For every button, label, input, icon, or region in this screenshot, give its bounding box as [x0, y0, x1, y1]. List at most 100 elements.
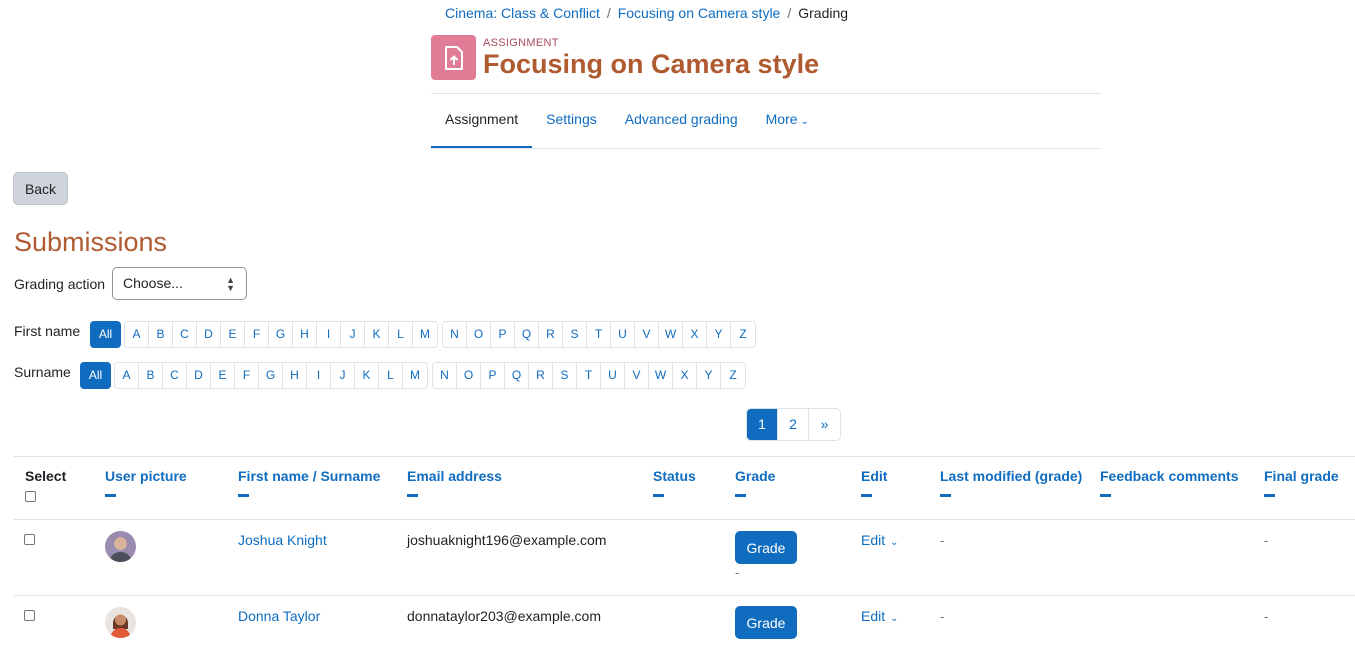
first-name-letter-b[interactable]: B: [149, 322, 173, 347]
secondary-navigation: Assignment Settings Advanced grading Mor…: [431, 94, 1101, 149]
first-name-letter-s[interactable]: S: [563, 322, 587, 347]
column-header-last-modified[interactable]: Last modified (grade): [940, 468, 1082, 484]
first-name-letter-h[interactable]: H: [293, 322, 317, 347]
page-1-link[interactable]: 1: [747, 409, 778, 440]
grading-action-select[interactable]: Choose... ▲ ▼: [112, 267, 247, 300]
surname-letter-c[interactable]: C: [163, 363, 187, 388]
first-name-letter-c[interactable]: C: [173, 322, 197, 347]
surname-letter-h[interactable]: H: [283, 363, 307, 388]
select-all-checkbox[interactable]: [25, 491, 36, 502]
first-name-letter-e[interactable]: E: [221, 322, 245, 347]
surname-letter-e[interactable]: E: [211, 363, 235, 388]
edit-menu-label: Edit: [861, 608, 886, 624]
surname-letter-s[interactable]: S: [553, 363, 577, 388]
column-header-user-picture[interactable]: User picture: [105, 468, 187, 484]
surname-letter-k[interactable]: K: [355, 363, 379, 388]
surname-letter-w[interactable]: W: [649, 363, 673, 388]
tab-advanced-grading[interactable]: Advanced grading: [611, 94, 752, 148]
next-page-link[interactable]: »: [809, 409, 840, 440]
first-name-letter-i[interactable]: I: [317, 322, 341, 347]
column-header-name[interactable]: First name / Surname: [238, 468, 380, 484]
row-select-checkbox[interactable]: [24, 534, 35, 545]
avatar[interactable]: [105, 531, 136, 562]
breadcrumb-separator: /: [787, 5, 792, 21]
sort-indicator-icon[interactable]: [653, 494, 664, 497]
edit-menu[interactable]: Edit ⌄: [861, 532, 899, 548]
first-name-letter-z[interactable]: Z: [731, 322, 755, 347]
first-name-letter-v[interactable]: V: [635, 322, 659, 347]
surname-letter-y[interactable]: Y: [697, 363, 721, 388]
first-name-letter-x[interactable]: X: [683, 322, 707, 347]
first-name-letter-p[interactable]: P: [491, 322, 515, 347]
first-name-letter-w[interactable]: W: [659, 322, 683, 347]
surname-all-button[interactable]: All: [80, 362, 111, 389]
sort-indicator-icon[interactable]: [105, 494, 116, 497]
surname-letter-b[interactable]: B: [139, 363, 163, 388]
column-header-feedback[interactable]: Feedback comments: [1100, 468, 1239, 484]
surname-letter-o[interactable]: O: [457, 363, 481, 388]
surname-letter-z[interactable]: Z: [721, 363, 745, 388]
user-email: joshuaknight196@example.com: [407, 532, 607, 548]
first-name-letter-f[interactable]: F: [245, 322, 269, 347]
surname-letter-f[interactable]: F: [235, 363, 259, 388]
first-name-letter-y[interactable]: Y: [707, 322, 731, 347]
first-name-letter-q[interactable]: Q: [515, 322, 539, 347]
back-button[interactable]: Back: [13, 172, 68, 205]
surname-letter-l[interactable]: L: [379, 363, 403, 388]
tab-settings[interactable]: Settings: [532, 94, 611, 148]
sort-indicator-icon[interactable]: [735, 494, 746, 497]
surname-letter-v[interactable]: V: [625, 363, 649, 388]
surname-letter-i[interactable]: I: [307, 363, 331, 388]
surname-letter-j[interactable]: J: [331, 363, 355, 388]
page-title: Focusing on Camera style: [483, 49, 820, 79]
first-name-letter-a[interactable]: A: [125, 322, 149, 347]
sort-indicator-icon[interactable]: [1100, 494, 1111, 497]
surname-letter-n[interactable]: N: [433, 363, 457, 388]
user-name-link[interactable]: Donna Taylor: [238, 608, 320, 624]
column-header-edit[interactable]: Edit: [861, 468, 887, 484]
surname-letter-m[interactable]: M: [403, 363, 427, 388]
surname-letter-x[interactable]: X: [673, 363, 697, 388]
column-header-final-grade[interactable]: Final grade: [1264, 468, 1339, 484]
column-header-status[interactable]: Status: [653, 468, 696, 484]
surname-letter-u[interactable]: U: [601, 363, 625, 388]
first-name-letter-k[interactable]: K: [365, 322, 389, 347]
user-email: donnataylor203@example.com: [407, 608, 601, 624]
page-2-link[interactable]: 2: [778, 409, 809, 440]
sort-indicator-icon[interactable]: [940, 494, 951, 497]
first-name-letter-l[interactable]: L: [389, 322, 413, 347]
surname-letter-t[interactable]: T: [577, 363, 601, 388]
column-header-grade[interactable]: Grade: [735, 468, 775, 484]
surname-letter-q[interactable]: Q: [505, 363, 529, 388]
grade-button[interactable]: Grade: [735, 606, 797, 639]
surname-letter-r[interactable]: R: [529, 363, 553, 388]
first-name-letter-r[interactable]: R: [539, 322, 563, 347]
first-name-letter-n[interactable]: N: [443, 322, 467, 347]
surname-letter-g[interactable]: G: [259, 363, 283, 388]
breadcrumb-course-link[interactable]: Cinema: Class & Conflict: [445, 5, 600, 21]
surname-letter-a[interactable]: A: [115, 363, 139, 388]
first-name-letter-m[interactable]: M: [413, 322, 437, 347]
sort-indicator-icon[interactable]: [238, 494, 249, 497]
surname-letter-p[interactable]: P: [481, 363, 505, 388]
first-name-letter-g[interactable]: G: [269, 322, 293, 347]
first-name-letter-j[interactable]: J: [341, 322, 365, 347]
tab-more[interactable]: More ⌄: [752, 94, 823, 148]
sort-indicator-icon[interactable]: [1264, 494, 1275, 497]
first-name-letter-t[interactable]: T: [587, 322, 611, 347]
breadcrumb-activity-link[interactable]: Focusing on Camera style: [618, 5, 781, 21]
first-name-letter-d[interactable]: D: [197, 322, 221, 347]
surname-letter-d[interactable]: D: [187, 363, 211, 388]
column-header-email[interactable]: Email address: [407, 468, 502, 484]
edit-menu[interactable]: Edit ⌄: [861, 608, 899, 624]
sort-indicator-icon[interactable]: [407, 494, 418, 497]
sort-indicator-icon[interactable]: [861, 494, 872, 497]
grade-button[interactable]: Grade: [735, 531, 797, 564]
tab-assignment[interactable]: Assignment: [431, 94, 533, 148]
row-select-checkbox[interactable]: [24, 610, 35, 621]
first-name-letter-o[interactable]: O: [467, 322, 491, 347]
avatar[interactable]: [105, 607, 136, 638]
first-name-letter-u[interactable]: U: [611, 322, 635, 347]
user-name-link[interactable]: Joshua Knight: [238, 532, 327, 548]
first-name-all-button[interactable]: All: [90, 321, 121, 348]
